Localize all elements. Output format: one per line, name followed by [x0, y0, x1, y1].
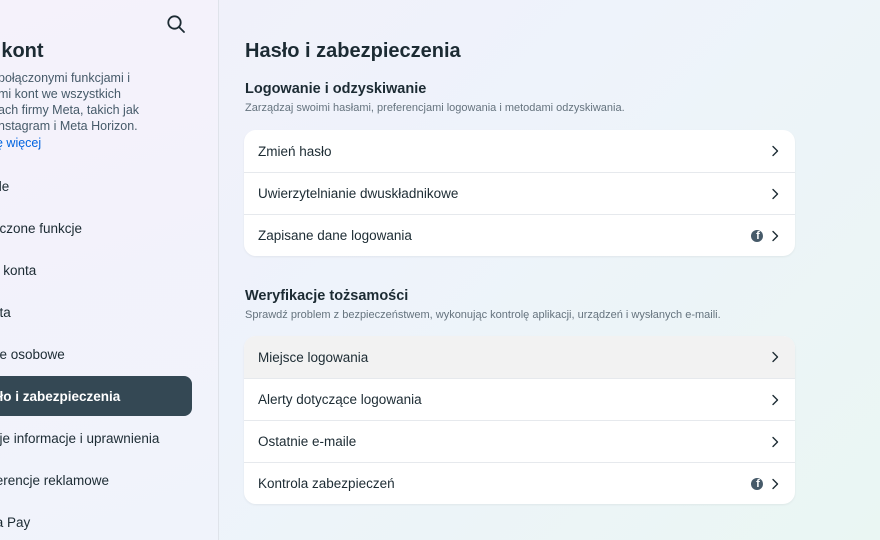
- recent-emails-row[interactable]: Ostatnie e-maile: [244, 420, 795, 462]
- row-label: Zapisane dane logowania: [258, 228, 412, 243]
- chevron-right-icon: [771, 230, 779, 242]
- sidebar-description-line: mi kont we wszystkich: [0, 87, 121, 101]
- sidebar-item-ad-preferences[interactable]: ferencje reklamowe: [0, 460, 192, 500]
- sidebar-item-label: ta Pay: [0, 514, 31, 530]
- sidebar-item-label: file: [0, 178, 10, 194]
- sidebar-item-label: sło i zabezpieczenia: [0, 388, 121, 404]
- search-icon: [167, 15, 185, 33]
- sidebar-item-password-security[interactable]: sło i zabezpieczenia: [0, 376, 192, 416]
- row-label: Uwierzytelnianie dwuskładnikowe: [258, 186, 459, 201]
- sidebar-item-label: nta: [0, 304, 11, 320]
- section-subtitle-security-checks: Sprawdź problem z bezpieczeństwem, wykon…: [245, 309, 721, 321]
- row-label: Miejsce logowania: [258, 349, 369, 365]
- two-factor-row[interactable]: Uwierzytelnianie dwuskładnikowe: [244, 172, 795, 214]
- sidebar-item-account-type[interactable]: a konta: [0, 250, 192, 290]
- sidebar-item-label: ączone funkcje: [0, 220, 83, 236]
- chevron-right-icon: [771, 145, 779, 157]
- sidebar-item-meta-pay[interactable]: ta Pay: [0, 502, 192, 540]
- sidebar-item-label: oje informacje i uprawnienia: [0, 430, 160, 446]
- sidebar-item-your-information[interactable]: oje informacje i uprawnienia: [0, 418, 192, 458]
- chevron-right-icon: [771, 436, 779, 448]
- search-button[interactable]: [164, 12, 188, 36]
- chevron-right-icon: [771, 351, 779, 363]
- change-password-row[interactable]: Zmień hasło: [244, 130, 795, 172]
- sidebar-item-connected-experiences[interactable]: ączone funkcje: [0, 208, 192, 248]
- sidebar-description-line: ach firmy Meta, takich jak: [0, 103, 140, 117]
- login-alerts-row[interactable]: Alerty dotyczące logowania: [244, 378, 795, 420]
- facebook-icon: f: [751, 477, 763, 490]
- sidebar-description-line: połączonymi funkcjami i: [0, 71, 130, 85]
- sidebar-title: m kont: [0, 40, 44, 62]
- login-recovery-card: Zmień hasło Uwierzytelnianie dwuskładnik…: [244, 130, 795, 256]
- sidebar-description-line: nstagram i Meta Horizon.: [0, 119, 138, 133]
- sidebar: m kont połączonymi funkcjami i mi kont w…: [0, 0, 219, 540]
- section-title-login-recovery: Logowanie i odzyskiwanie: [245, 81, 427, 97]
- sidebar-item-label: ne osobowe: [0, 346, 65, 362]
- row-label: Ostatnie e-maile: [258, 434, 357, 449]
- sidebar-item-profiles[interactable]: file: [0, 166, 192, 206]
- sidebar-item-label: a konta: [0, 262, 37, 278]
- section-subtitle-login-recovery: Zarządzaj swoimi hasłami, preferencjami …: [245, 102, 625, 114]
- page-title: Hasło i zabezpieczenia: [245, 40, 461, 62]
- row-label: Alerty dotyczące logowania: [258, 392, 422, 407]
- sidebar-description: połączonymi funkcjami i mi kont we wszys…: [0, 70, 158, 134]
- row-label: Zmień hasło: [258, 143, 332, 159]
- chevron-right-icon: [771, 394, 779, 406]
- chevron-right-icon: [771, 478, 779, 490]
- section-title-security-checks: Weryfikacje tożsamości: [245, 288, 409, 304]
- sidebar-item-accounts[interactable]: nta: [0, 292, 192, 332]
- row-label: Kontrola zabezpieczeń: [258, 476, 395, 491]
- security-checkup-row[interactable]: Kontrola zabezpieczeń f: [244, 462, 795, 504]
- sidebar-item-label: ferencje reklamowe: [0, 472, 110, 488]
- facebook-icon: f: [751, 229, 763, 242]
- security-checks-card: Miejsce logowania Alerty dotyczące logow…: [244, 336, 795, 504]
- chevron-right-icon: [771, 188, 779, 200]
- learn-more-link[interactable]: ę więcej: [0, 136, 41, 150]
- where-logged-in-row[interactable]: Miejsce logowania: [244, 336, 795, 378]
- saved-login-row[interactable]: Zapisane dane logowania f: [244, 214, 795, 256]
- sidebar-item-personal-details[interactable]: ne osobowe: [0, 334, 192, 374]
